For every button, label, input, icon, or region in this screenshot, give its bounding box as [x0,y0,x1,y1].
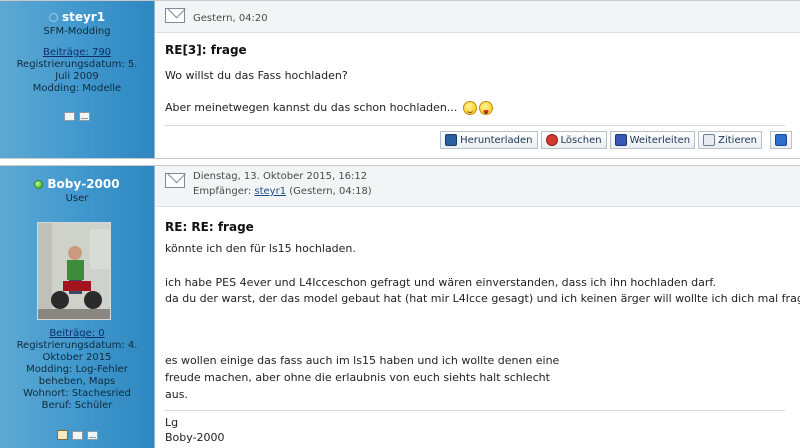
author-registered: Registrierungsdatum: 4. Oktober 2015 [16,340,138,363]
author-rank: User [65,193,89,204]
scroll-up-icon [775,134,787,146]
author-posts-link[interactable]: Beiträge: 0 [49,328,104,339]
avatar-image [38,223,110,319]
message-line: könnte ich den für ls15 hochladen. [165,242,356,255]
scroll-top-button[interactable] [770,131,792,149]
forward-button[interactable]: Weiterleiten [609,131,696,149]
author-name-row: steyr1 [0,10,154,24]
message-text: Aber meinetwegen kannst du das schon hoc… [165,101,458,114]
profile-card-icon[interactable] [64,111,75,121]
author-posts-link[interactable]: Beiträge: 790 [43,47,111,58]
delete-button[interactable]: Löschen [540,131,607,149]
signature-line: Boby-2000 [165,431,225,444]
message-post-1: steyr1 SFM-Modding Beiträge: 790 Registr… [0,0,800,159]
mail-icon[interactable] [79,111,90,121]
message-line: es wollen einige das fass auch im ls15 h… [165,354,560,367]
delete-icon [545,134,558,146]
avatar[interactable] [37,222,111,320]
author-modding: Modding: Log-Fehler beheben, Maps [26,364,128,387]
author-rank: SFM-Modding [43,26,111,37]
message-meta: Dienstag, 13. Oktober 2015, 16:12 Empfän… [155,166,800,207]
message-content: Dienstag, 13. Oktober 2015, 16:12 Empfän… [155,166,800,448]
message-content: Gestern, 04:20 RE[3]: frage Wo willst du… [155,1,800,158]
message-meta: Gestern, 04:20 [155,1,800,33]
mail-icon[interactable] [86,430,98,440]
author-job: Beruf: Schüler [41,400,113,411]
offline-status-icon [48,12,58,22]
author-location: Wohnort: Stachesried [23,388,131,399]
author-registered: Registrierungsdatum: 5. Juli 2009 [16,59,138,82]
author-name[interactable]: Boby-2000 [47,177,119,191]
message-post-2: Boby-2000 User Beiträge: 0 Registrierung… [0,165,800,448]
author-name-row: Boby-2000 [0,177,154,191]
tongue-smiley-icon [478,101,493,115]
envelope-icon [165,173,185,188]
message-actions: Herunterladen Löschen Weiterleiten Zitie… [440,131,792,149]
author-name[interactable]: steyr1 [62,10,105,24]
message-line: ich habe PES 4ever und L4Iccеschon gefra… [165,276,716,289]
signature-divider [165,410,785,411]
smiley-icon [462,101,477,115]
author-sidebar: steyr1 SFM-Modding Beiträge: 790 Registr… [0,1,154,158]
message-line-with-smileys: Aber meinetwegen kannst du das schon hoc… [165,99,493,116]
message-recipient: Empfänger: steyr1 (Gestern, 04:18) [193,186,372,197]
download-button[interactable]: Herunterladen [440,131,538,149]
quote-button[interactable]: Zitieren [698,131,762,149]
message-line: Wo willst du das Fass hochladen? [165,69,348,82]
author-modding: Modding: Modelle [32,83,122,94]
message-line: freude machen, aber ohne die erlaubnis v… [165,371,550,384]
message-date: Dienstag, 13. Oktober 2015, 16:12 [193,171,368,182]
save-icon [445,134,458,146]
message-subject: RE: RE: frage [165,220,254,234]
quote-icon [703,134,716,146]
message-date: Gestern, 04:20 [193,13,268,24]
profile-card-icon[interactable] [71,430,83,440]
message-subject: RE[3]: frage [165,43,247,57]
home-icon[interactable] [56,430,68,440]
message-line: aus. [165,388,188,401]
recipient-link[interactable]: steyr1 [254,186,286,197]
online-status-icon [34,179,44,189]
forward-icon [614,134,627,146]
author-sidebar: Boby-2000 User Beiträge: 0 Registrierung… [0,166,154,448]
message-line: da du der warst, der das model gebaut ha… [165,292,800,305]
envelope-icon [165,8,185,23]
